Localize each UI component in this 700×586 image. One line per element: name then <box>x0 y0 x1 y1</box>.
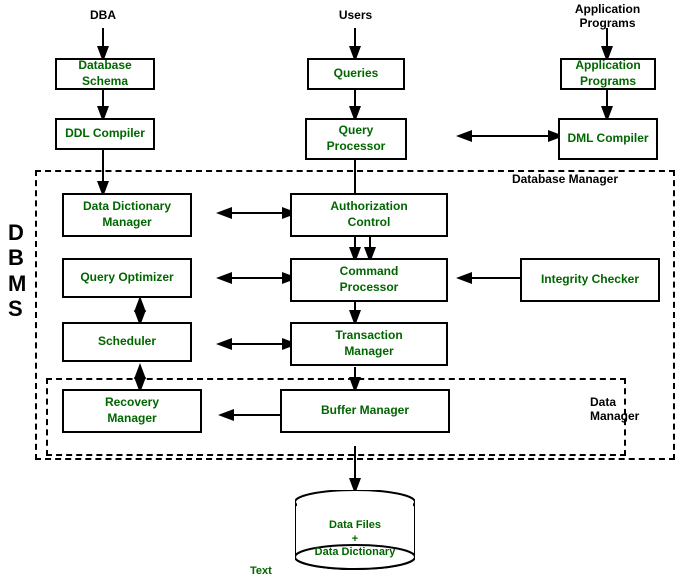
app-programs-top-label: ApplicationPrograms <box>560 2 655 30</box>
database-cylinder: Data Files + Data Dictionary <box>295 490 415 575</box>
database-schema-box: Database Schema <box>55 58 155 90</box>
data-manager-box <box>46 378 626 456</box>
dml-compiler-box: DML Compiler <box>558 118 658 160</box>
app-programs-box: ApplicationPrograms <box>560 58 656 90</box>
diagram: DBA Users ApplicationPrograms Database S… <box>0 0 700 586</box>
dba-label: DBA <box>78 8 128 22</box>
query-processor-box: Query Processor <box>305 118 407 160</box>
svg-text:Data Files: Data Files <box>329 519 381 531</box>
svg-text:+: + <box>352 533 358 545</box>
users-label: Users <box>328 8 383 22</box>
dbms-label: DBMS <box>8 220 38 321</box>
ddl-compiler-box: DDL Compiler <box>55 118 155 150</box>
queries-box: Queries <box>307 58 405 90</box>
text-label: Text <box>250 565 272 577</box>
svg-text:Data Dictionary: Data Dictionary <box>315 546 397 558</box>
